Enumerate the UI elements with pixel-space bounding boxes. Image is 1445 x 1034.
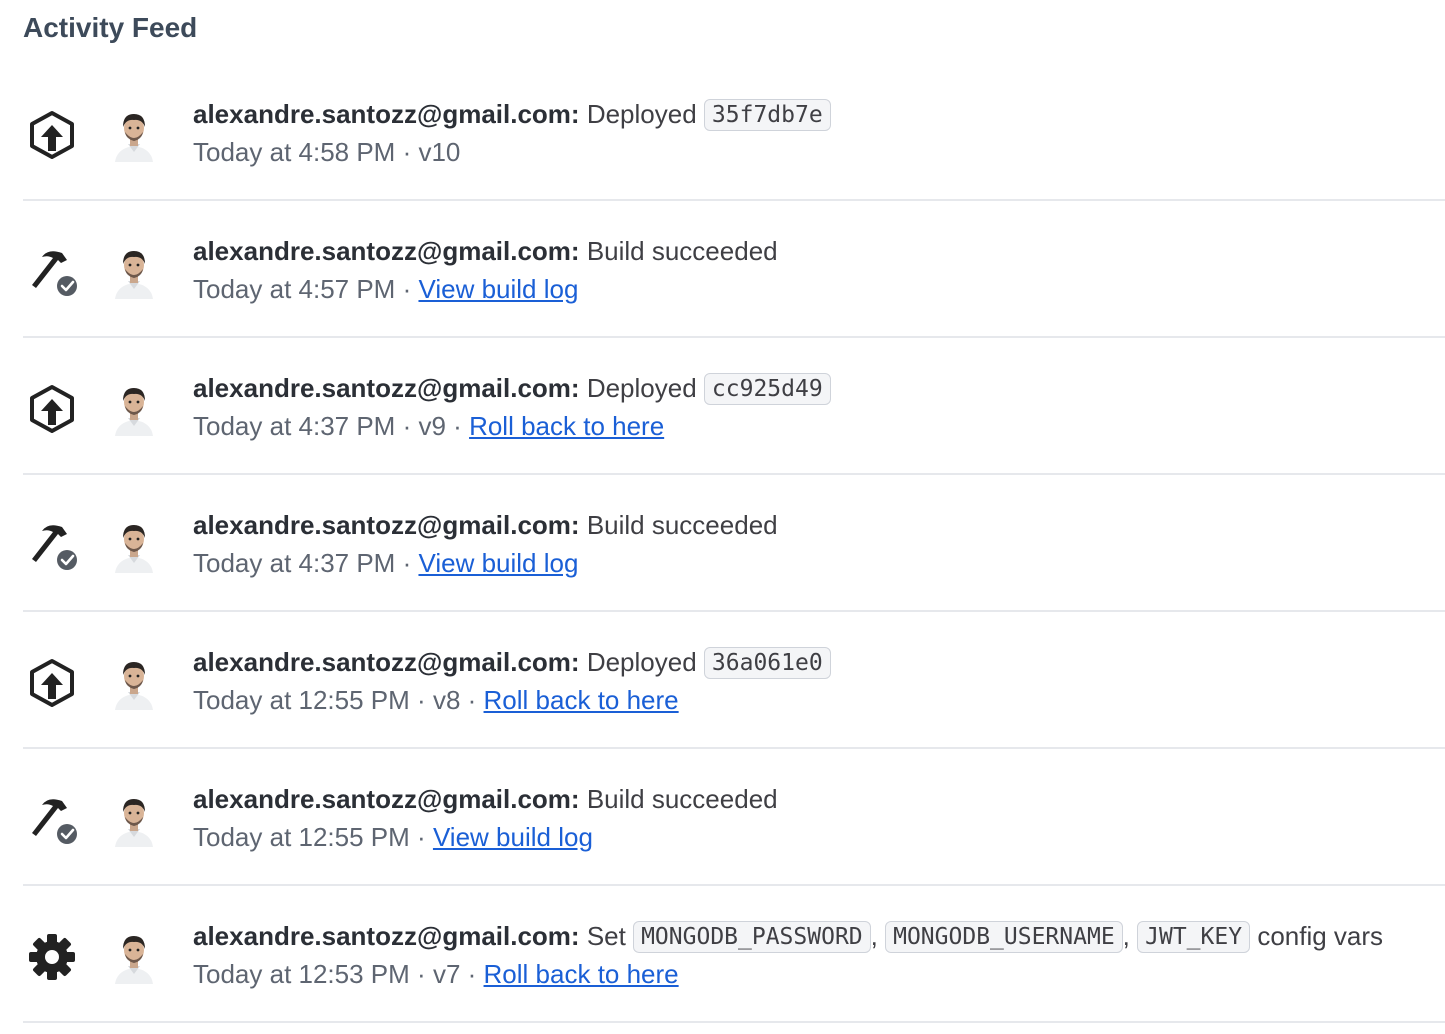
avatar	[113, 245, 155, 299]
event-summary: alexandre.santozz@gmail.com: Build succe…	[193, 507, 778, 543]
commit-hash: 36a061e0	[703, 647, 831, 679]
event-meta: Today at 12:53 PM · v7 · Roll back to he…	[193, 959, 679, 989]
config-var: JWT_KEY	[1137, 921, 1251, 953]
commit-hash: 35f7db7e	[703, 99, 831, 131]
event-summary: alexandre.santozz@gmail.com: Build succe…	[193, 781, 778, 817]
roll-back-link[interactable]: Roll back to here	[484, 685, 679, 715]
event-timestamp: Today at 4:57 PM	[193, 274, 396, 304]
event-action-suffix: config vars	[1257, 921, 1384, 951]
event-action: Set	[586, 921, 626, 951]
event-timestamp: Today at 4:37 PM	[193, 548, 396, 578]
release-version: v9	[418, 411, 446, 441]
event-meta: Today at 4:37 PM · v9 · Roll back to her…	[193, 411, 665, 441]
event-summary: alexandre.santozz@gmail.com: Deployed 35…	[193, 96, 831, 132]
user-email: alexandre.santozz@gmail.com:	[193, 921, 580, 951]
release-version: v7	[432, 959, 461, 989]
view-build-log-link[interactable]: View build log	[418, 548, 578, 578]
avatar	[113, 519, 155, 573]
config-var: MONGODB_USERNAME	[885, 921, 1123, 953]
user-email: alexandre.santozz@gmail.com:	[193, 99, 580, 129]
build-hammer-check-icon	[25, 793, 79, 847]
gear-icon	[25, 930, 79, 984]
roll-back-link[interactable]: Roll back to here	[484, 959, 679, 989]
feed-item: alexandre.santozz@gmail.com: Deployed 36…	[23, 612, 1445, 749]
event-timestamp: Today at 4:58 PM	[193, 137, 396, 167]
avatar	[113, 382, 155, 436]
user-email: alexandre.santozz@gmail.com:	[193, 236, 580, 266]
event-summary: alexandre.santozz@gmail.com: Deployed cc…	[193, 370, 831, 406]
event-meta: Today at 12:55 PM · v8 · Roll back to he…	[193, 685, 679, 715]
activity-feed: alexandre.santozz@gmail.com: Deployed 35…	[23, 64, 1445, 1023]
feed-item: alexandre.santozz@gmail.com: Set MONGODB…	[23, 886, 1445, 1023]
view-build-log-link[interactable]: View build log	[433, 822, 593, 852]
feed-item: alexandre.santozz@gmail.com: Deployed cc…	[23, 338, 1445, 475]
user-email: alexandre.santozz@gmail.com:	[193, 647, 580, 677]
event-timestamp: Today at 12:55 PM	[193, 822, 410, 852]
feed-item: alexandre.santozz@gmail.com: Build succe…	[23, 749, 1445, 886]
release-version: v10	[418, 137, 461, 167]
feed-item: alexandre.santozz@gmail.com: Build succe…	[23, 201, 1445, 338]
event-meta: Today at 4:37 PM · View build log	[193, 548, 579, 578]
deploy-upload-icon	[25, 656, 79, 710]
avatar	[113, 930, 155, 984]
event-timestamp: Today at 12:55 PM	[193, 685, 410, 715]
roll-back-link[interactable]: Roll back to here	[469, 411, 664, 441]
event-summary: alexandre.santozz@gmail.com: Set MONGODB…	[193, 921, 1384, 953]
event-action: Deployed	[586, 647, 697, 677]
feed-item: alexandre.santozz@gmail.com: Build succe…	[23, 475, 1445, 612]
event-summary: alexandre.santozz@gmail.com: Deployed 36…	[193, 644, 831, 680]
event-timestamp: Today at 12:53 PM	[193, 959, 410, 989]
deploy-upload-icon	[25, 108, 79, 162]
event-action: Build succeeded	[586, 236, 778, 266]
event-action: Build succeeded	[586, 510, 778, 540]
config-var: MONGODB_PASSWORD	[633, 921, 871, 953]
user-email: alexandre.santozz@gmail.com:	[193, 373, 580, 403]
event-action: Deployed	[586, 373, 697, 403]
release-version: v8	[432, 685, 461, 715]
event-action: Deployed	[586, 99, 697, 129]
commit-hash: cc925d49	[703, 373, 831, 405]
build-hammer-check-icon	[25, 245, 79, 299]
avatar	[113, 793, 155, 847]
avatar	[113, 108, 155, 162]
event-timestamp: Today at 4:37 PM	[193, 411, 396, 441]
page-title: Activity Feed	[23, 12, 198, 43]
view-build-log-link[interactable]: View build log	[418, 274, 578, 304]
event-action: Build succeeded	[586, 784, 778, 814]
feed-item: alexandre.santozz@gmail.com: Deployed 35…	[23, 64, 1445, 201]
avatar	[113, 656, 155, 710]
event-meta: Today at 4:57 PM · View build log	[193, 274, 579, 304]
event-meta: Today at 4:58 PM · v10	[193, 137, 461, 167]
build-hammer-check-icon	[25, 519, 79, 573]
user-email: alexandre.santozz@gmail.com:	[193, 784, 580, 814]
event-summary: alexandre.santozz@gmail.com: Build succe…	[193, 233, 778, 269]
event-meta: Today at 12:55 PM · View build log	[193, 822, 593, 852]
user-email: alexandre.santozz@gmail.com:	[193, 510, 580, 540]
deploy-upload-icon	[25, 382, 79, 436]
